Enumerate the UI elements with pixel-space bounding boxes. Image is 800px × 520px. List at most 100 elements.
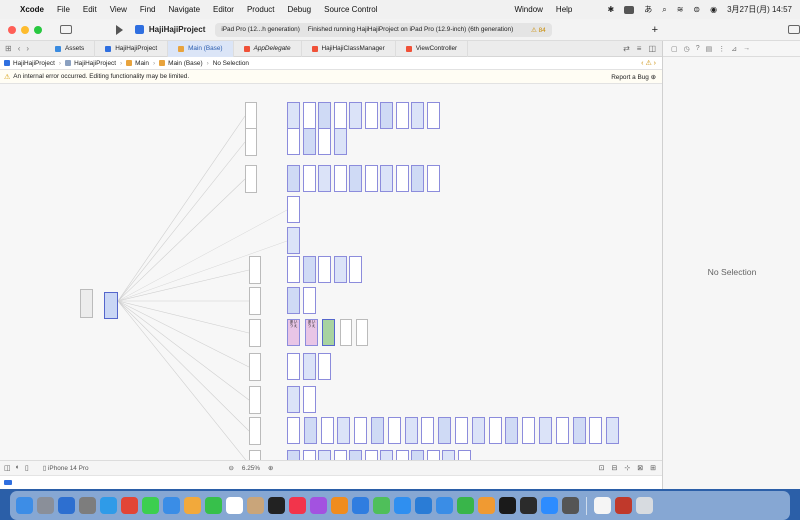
view-controller-scene[interactable]	[421, 417, 435, 444]
menu-product[interactable]: Product	[247, 5, 275, 14]
photos-icon[interactable]	[184, 497, 201, 514]
view-controller-scene[interactable]	[364, 102, 378, 129]
breadcrumb-project[interactable]: HajiHajiProject	[4, 60, 55, 67]
view-controller-scene[interactable]	[287, 128, 300, 155]
view-controller-scene[interactable]	[411, 165, 424, 192]
view-controller-scene[interactable]	[572, 417, 586, 444]
view-controller-scene[interactable]	[457, 450, 471, 460]
battery-icon[interactable]	[624, 5, 635, 14]
zoom-window-button[interactable]	[34, 25, 42, 34]
add-constraints-icon[interactable]: ⊹	[624, 464, 630, 472]
run-button[interactable]	[115, 24, 123, 35]
facetime-icon[interactable]	[205, 497, 222, 514]
clock[interactable]: 3月27日(月) 14:57	[727, 4, 792, 15]
chrome-icon[interactable]	[121, 497, 138, 514]
connections-inspector-icon[interactable]: →	[743, 45, 750, 52]
view-controller-scene[interactable]	[364, 165, 378, 192]
close-window-button[interactable]	[8, 25, 16, 34]
launchpad-icon[interactable]	[37, 497, 54, 514]
minimize-window-button[interactable]	[21, 25, 29, 34]
view-controller-scene[interactable]	[318, 128, 331, 155]
view-controller-scene[interactable]	[302, 256, 316, 283]
trash-icon[interactable]	[636, 497, 653, 514]
menu-source-control[interactable]: Source Control	[324, 5, 377, 14]
inspector-toggle-icon[interactable]	[788, 25, 800, 34]
breadcrumb-selection[interactable]: No Selection	[213, 60, 249, 67]
podcasts-icon[interactable]	[310, 497, 327, 514]
view-controller-scene[interactable]	[302, 165, 316, 192]
view-controller-scene[interactable]	[380, 102, 393, 129]
back-icon[interactable]: ‹	[18, 44, 21, 53]
orientation-icon[interactable]: ▯	[25, 464, 29, 472]
input-method-icon[interactable]	[615, 497, 632, 514]
storyboard-canvas[interactable]: あいうえ あいうえ	[0, 84, 662, 460]
attributes-inspector-icon[interactable]: ⋮	[718, 45, 725, 53]
breadcrumb-main[interactable]: Main	[126, 60, 149, 67]
view-controller-scene[interactable]	[349, 102, 362, 129]
view-controller-scene[interactable]	[411, 102, 424, 129]
view-controller-scene[interactable]	[303, 417, 317, 444]
input-mode-indicator[interactable]: あ	[644, 4, 652, 15]
view-controller-scene[interactable]	[333, 256, 347, 283]
messages-icon[interactable]	[142, 497, 159, 514]
view-controller-scene[interactable]	[364, 450, 378, 460]
mail-icon[interactable]	[163, 497, 180, 514]
vscode-icon[interactable]	[415, 497, 432, 514]
tab-main-base[interactable]: Main (Base)	[168, 40, 234, 57]
search-icon[interactable]: ⌕	[662, 5, 666, 15]
tab-hajihajiclassmanager[interactable]: HajiHajiClassManager	[302, 40, 396, 57]
add-library-icon[interactable]: +	[652, 24, 658, 36]
view-controller-scene[interactable]	[287, 256, 300, 283]
view-controller-scene[interactable]	[318, 256, 331, 283]
view-controller-scene[interactable]	[387, 417, 401, 444]
view-controller-scene[interactable]	[333, 450, 347, 460]
calculator-icon[interactable]	[562, 497, 579, 514]
history-inspector-icon[interactable]: ◷	[684, 45, 690, 53]
view-controller-scene[interactable]	[471, 417, 485, 444]
control-center-icon[interactable]: ⊜	[693, 5, 700, 14]
view-controller-scene[interactable]	[318, 165, 331, 192]
view-controller-scene[interactable]	[320, 417, 334, 444]
numbers-icon[interactable]	[457, 497, 474, 514]
view-controller-scene[interactable]	[606, 417, 620, 444]
image-scene[interactable]	[322, 319, 335, 346]
menu-debug[interactable]: Debug	[288, 5, 312, 14]
textedit-icon[interactable]	[594, 497, 611, 514]
view-controller-scene[interactable]	[287, 386, 300, 413]
tv-icon[interactable]	[268, 497, 285, 514]
view-controller-scene[interactable]	[438, 417, 452, 444]
calendar-icon[interactable]	[226, 497, 243, 514]
menu-help[interactable]: Help	[556, 5, 572, 14]
view-controller-scene[interactable]	[380, 450, 393, 460]
view-controller-scene[interactable]	[337, 417, 351, 444]
view-controller-scene[interactable]	[442, 450, 455, 460]
update-frames-icon[interactable]: ⊡	[599, 464, 605, 472]
size-inspector-icon[interactable]: ⊿	[731, 45, 737, 53]
tab-viewcontroller[interactable]: ViewController	[396, 40, 469, 57]
view-controller-scene[interactable]	[349, 450, 362, 460]
view-controller-scene[interactable]	[287, 353, 300, 380]
books-icon[interactable]	[331, 497, 348, 514]
navigation-controller-scene[interactable]	[245, 128, 257, 156]
view-controller-scene[interactable]	[404, 417, 418, 444]
scheme-selector[interactable]: HajiHajiProject	[134, 25, 205, 34]
hiragana-scene[interactable]: あいうえ	[305, 319, 318, 346]
menu-window[interactable]: Window	[514, 5, 542, 14]
appearance-icon[interactable]: ◐	[16, 464, 20, 472]
safari-icon[interactable]	[100, 497, 117, 514]
view-controller-scene[interactable]	[333, 128, 347, 155]
help-inspector-icon[interactable]: ?	[696, 45, 700, 52]
maps-icon[interactable]	[373, 497, 390, 514]
view-controller-scene[interactable]	[488, 417, 502, 444]
view-controller-scene[interactable]	[380, 165, 393, 192]
view-controller-scene[interactable]	[333, 165, 347, 192]
view-controller-scene[interactable]	[287, 165, 300, 192]
menu-app-name[interactable]: Xcode	[20, 5, 44, 14]
view-controller-scene[interactable]	[333, 102, 347, 129]
split-editor-icon[interactable]: ◫	[648, 44, 656, 53]
view-controller-scene[interactable]	[302, 128, 316, 155]
run-destination[interactable]: iPad Pro (12...h generation)	[221, 26, 300, 33]
navigation-controller-scene[interactable]	[249, 256, 261, 284]
view-controller-scene[interactable]	[395, 450, 409, 460]
view-controller-scene[interactable]	[522, 417, 536, 444]
